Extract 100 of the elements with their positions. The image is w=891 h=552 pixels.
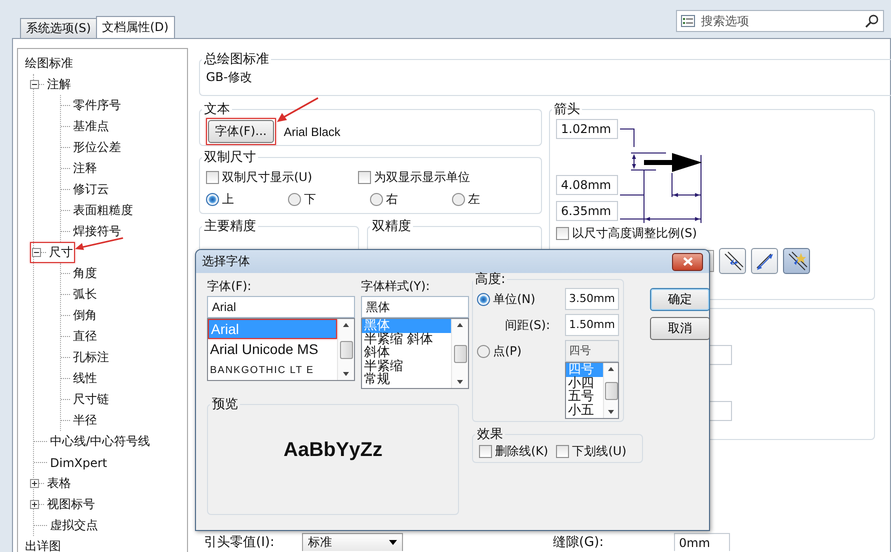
checkbox-box[interactable] bbox=[206, 171, 219, 184]
list-item[interactable]: Arial Unicode MS bbox=[208, 339, 337, 360]
radio-label[interactable]: 点(P) bbox=[493, 342, 522, 360]
tree-item[interactable]: 直径 bbox=[73, 328, 97, 345]
input-field[interactable]: 4.08mm bbox=[556, 175, 618, 195]
input-field[interactable]: Arial bbox=[207, 296, 355, 318]
group-title: 总绘图标准 bbox=[203, 51, 270, 68]
checkbox-label[interactable]: 下划线(U) bbox=[572, 443, 626, 460]
field-label: 字体样式(Y): bbox=[361, 278, 431, 295]
close-icon bbox=[682, 257, 692, 266]
tree-item[interactable]: 中心线/中心符号线 bbox=[50, 433, 150, 450]
tree-item[interactable]: 弧长 bbox=[73, 286, 97, 303]
checkbox-box[interactable] bbox=[479, 445, 492, 458]
list-item[interactable]: 五号 bbox=[566, 390, 603, 404]
checkbox-label[interactable]: 为双显示显示单位 bbox=[374, 169, 470, 186]
input-field[interactable]: 1.50mm bbox=[565, 314, 619, 336]
input-field[interactable]: 1.02mm bbox=[556, 119, 618, 139]
tree-item[interactable]: 修订云 bbox=[73, 181, 109, 198]
input-field[interactable]: 黑体 bbox=[361, 296, 469, 318]
tree-item[interactable]: 出详图 bbox=[25, 538, 61, 552]
font-preview-sample: AaBbYyZz bbox=[282, 439, 384, 462]
tree-item[interactable]: 倒角 bbox=[73, 307, 97, 324]
tree-item[interactable]: 零件序号 bbox=[73, 97, 121, 114]
tree-item[interactable]: 尺寸 bbox=[49, 244, 73, 261]
checkbox-box[interactable] bbox=[358, 171, 371, 184]
group-title: 主要精度 bbox=[203, 218, 257, 235]
radio-button[interactable] bbox=[477, 292, 490, 306]
scroll-up-icon bbox=[607, 366, 615, 372]
arrow-style-button[interactable] bbox=[751, 248, 778, 274]
checkbox-label[interactable]: 双制尺寸显示(U) bbox=[222, 169, 312, 186]
scroll-down-icon bbox=[342, 371, 350, 377]
font-button[interactable]: 字体(F)... bbox=[208, 120, 274, 143]
radio-button[interactable] bbox=[288, 193, 301, 206]
radio-label[interactable]: 左 bbox=[468, 191, 480, 208]
scroll-thumb[interactable] bbox=[604, 382, 618, 400]
input-field[interactable]: 四号 bbox=[565, 340, 619, 362]
tree-item[interactable]: 注解 bbox=[47, 76, 71, 93]
checkbox-label[interactable]: 删除线(K) bbox=[495, 443, 548, 460]
list-item[interactable]: BANKGOTHIC LT E bbox=[208, 360, 337, 380]
tree-item[interactable]: 角度 bbox=[73, 265, 97, 282]
list-item[interactable]: 小四 bbox=[566, 376, 603, 390]
tree-item[interactable]: 焊接符号 bbox=[73, 223, 121, 240]
group-title: 双精度 bbox=[371, 218, 412, 235]
scroll-up-icon bbox=[342, 322, 350, 328]
collapse-icon[interactable] bbox=[30, 80, 39, 89]
tree-item[interactable]: DimXpert bbox=[50, 456, 108, 470]
radio-label[interactable]: 单位(N) bbox=[493, 290, 536, 308]
tree-item[interactable]: 形位公差 bbox=[73, 139, 121, 156]
list-item[interactable]: 小五 bbox=[566, 404, 603, 417]
scrollbar[interactable] bbox=[603, 363, 618, 418]
radio-button[interactable] bbox=[206, 193, 219, 206]
scroll-thumb[interactable] bbox=[454, 344, 466, 362]
scroll-thumb[interactable] bbox=[340, 340, 352, 358]
radio-label[interactable]: 右 bbox=[386, 191, 398, 208]
radio-button[interactable] bbox=[477, 344, 490, 358]
dialog-button[interactable]: 确定 bbox=[650, 288, 710, 311]
arrow-style-button[interactable] bbox=[783, 248, 810, 274]
radio-button[interactable] bbox=[452, 193, 465, 206]
font-name: Arial Black bbox=[284, 124, 340, 138]
group-title: 箭头 bbox=[553, 101, 581, 118]
input-field[interactable]: 0mm bbox=[674, 533, 730, 551]
list-item[interactable]: 斜体 bbox=[362, 346, 451, 360]
input-field[interactable]: 6.35mm bbox=[556, 201, 618, 221]
checkbox-box[interactable] bbox=[556, 445, 570, 458]
checkbox-box[interactable] bbox=[556, 227, 569, 240]
checkbox-label[interactable]: 以尺寸高度调整比例(S) bbox=[572, 225, 697, 242]
collapse-icon[interactable] bbox=[32, 248, 41, 257]
dialog-button[interactable]: 取消 bbox=[650, 317, 710, 340]
search-field[interactable]: 搜索选项 bbox=[676, 10, 884, 32]
list-item[interactable]: 半紧缩 bbox=[362, 360, 451, 373]
expand-icon[interactable] bbox=[30, 479, 39, 488]
tree-item[interactable]: 表格 bbox=[47, 475, 71, 492]
tree-item[interactable]: 孔标注 bbox=[73, 349, 109, 366]
dropdown[interactable]: 标准 bbox=[302, 533, 403, 551]
list-item[interactable]: 常规 bbox=[362, 373, 451, 386]
tree-item[interactable]: 线性 bbox=[73, 370, 97, 387]
tree-item[interactable]: 尺寸链 bbox=[73, 391, 109, 408]
scrollbar[interactable] bbox=[451, 319, 468, 388]
radio-label[interactable]: 下 bbox=[304, 191, 316, 208]
close-button[interactable] bbox=[672, 252, 703, 270]
tab[interactable]: 文档属性(D) bbox=[96, 16, 175, 38]
tree-item[interactable]: 半径 bbox=[73, 412, 97, 429]
group-title: 双制尺寸 bbox=[203, 149, 257, 166]
scrollbar[interactable] bbox=[337, 319, 354, 380]
expand-icon[interactable] bbox=[30, 500, 39, 509]
tree-item[interactable]: 虚拟交点 bbox=[50, 517, 98, 534]
radio-label[interactable]: 上 bbox=[222, 191, 234, 208]
tree-item[interactable]: 绘图标准 bbox=[25, 55, 73, 72]
tab[interactable]: 系统选项(S) bbox=[20, 18, 97, 38]
radio-button[interactable] bbox=[370, 193, 383, 206]
tree-item[interactable]: 注释 bbox=[73, 160, 97, 177]
field-label: 缝隙(G): bbox=[553, 534, 605, 551]
input-field[interactable]: 3.50mm bbox=[565, 288, 619, 310]
tree-item[interactable]: 基准点 bbox=[73, 118, 109, 135]
arrow-style-button[interactable] bbox=[719, 248, 746, 274]
tree-item[interactable]: 视图标号 bbox=[47, 496, 95, 513]
group-title: 文本 bbox=[203, 101, 231, 118]
scroll-down-icon bbox=[456, 379, 464, 385]
tree-item[interactable]: 表面粗糙度 bbox=[73, 202, 133, 219]
list-item[interactable]: 半紧缩 斜体 bbox=[362, 332, 451, 346]
